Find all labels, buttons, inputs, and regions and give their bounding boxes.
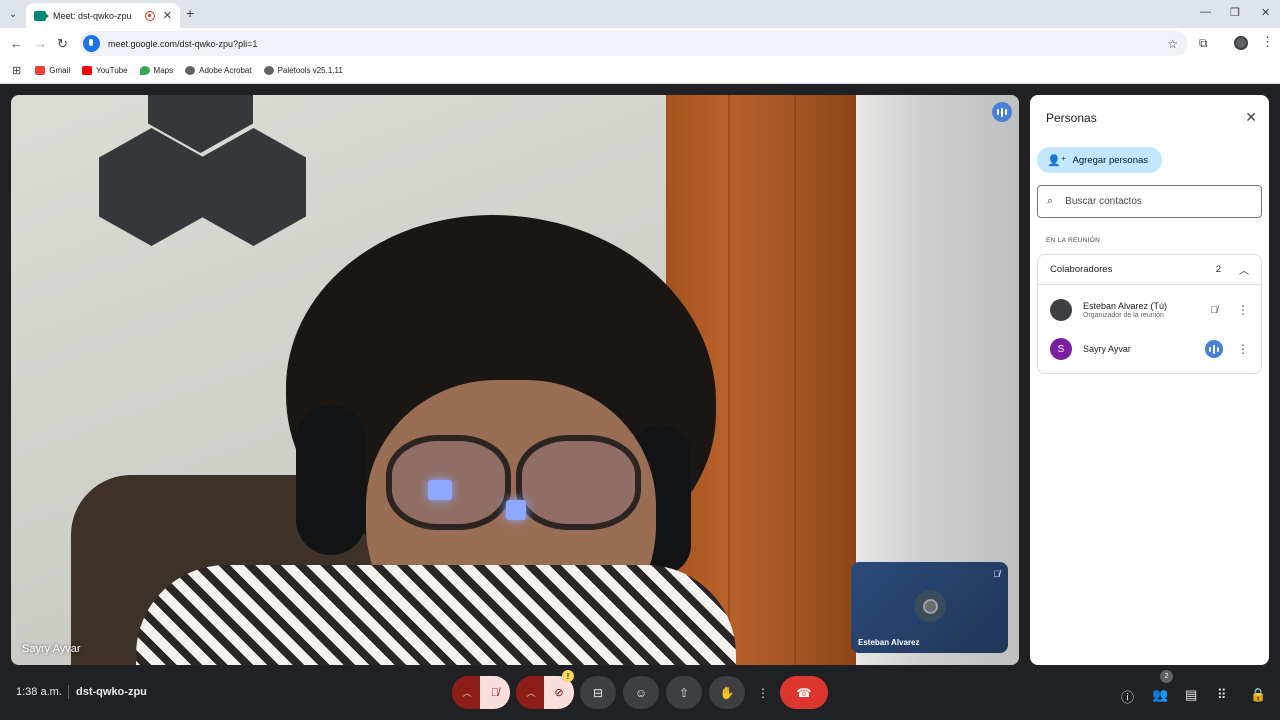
call-end-icon: ☎	[796, 685, 812, 700]
globe-icon	[263, 66, 274, 75]
new-tab-button[interactable]: +	[186, 5, 194, 21]
present-screen-icon: ⇧	[678, 685, 690, 700]
profile-avatar[interactable]	[1234, 36, 1248, 50]
present-button[interactable]: ⇧	[666, 676, 702, 709]
people-icon[interactable]: 👥	[1152, 687, 1168, 703]
self-avatar	[914, 590, 946, 622]
call-controls-bar: 1:38 a.m. dst-qwko-zpu ︿ 🎙̸ ︿ ⊘ ! ⊟ ☺ ⇧ …	[0, 667, 1280, 720]
speaking-indicator-icon	[1205, 340, 1223, 358]
restore-icon[interactable]: ❐	[1230, 6, 1240, 19]
avatar: S	[1050, 338, 1072, 360]
main-speaker-name: Sayry Ayvar	[22, 643, 81, 655]
participant-name: Esteban Alvarez (Tú)	[1083, 301, 1168, 311]
mic-off-icon: 🎙̸	[1210, 304, 1218, 316]
section-label: EN LA REUNIÓN	[1046, 237, 1101, 244]
browser-tab-bar: ⌄ Meet: dst-qwko-zpu ✕ + — ❐ ✕	[0, 0, 1280, 28]
self-tile-name: Esteban Alvarez	[858, 638, 920, 647]
person-add-icon: 👤⁺	[1047, 154, 1067, 167]
omnibox[interactable]: meet.google.com/dst-qwko-zpu?pli=1 ☆	[80, 31, 1188, 56]
maps-icon	[139, 66, 150, 75]
clock-text: 1:38 a.m.	[16, 686, 62, 698]
camera-off-icon: ⊘	[554, 687, 564, 699]
search-input[interactable]	[1065, 196, 1236, 207]
bookmark-adobe-acrobat[interactable]: Adobe Acrobat	[185, 66, 252, 75]
close-window-icon[interactable]: ✕	[1261, 6, 1270, 19]
close-tab-icon[interactable]: ✕	[163, 9, 172, 22]
url-text[interactable]: meet.google.com/dst-qwko-zpu?pli=1	[108, 39, 1167, 49]
browser-tab[interactable]: Meet: dst-qwko-zpu ✕	[26, 3, 180, 28]
browser-menu-icon[interactable]: ⋮	[1261, 34, 1274, 50]
back-icon[interactable]: ←	[10, 36, 23, 51]
mic-permission-icon[interactable]	[83, 35, 100, 52]
audio-options-button[interactable]: ︿	[452, 676, 482, 709]
meeting-details-icon[interactable]: ⓘ	[1121, 687, 1134, 706]
warning-badge: !	[562, 670, 574, 682]
bookmark-youtube[interactable]: YouTube	[82, 66, 128, 75]
youtube-icon	[82, 66, 93, 75]
more-options-button[interactable]: ⋮	[752, 676, 774, 709]
participant-role: Organizador de la reunión	[1083, 312, 1164, 319]
apps-grid-icon[interactable]: ⊞	[12, 64, 21, 77]
more-options-icon[interactable]: ⋮	[1237, 303, 1249, 317]
close-panel-icon[interactable]: ✕	[1245, 109, 1257, 126]
reload-icon[interactable]: ↻	[57, 36, 68, 52]
extensions-icon[interactable]: ⧉	[1199, 36, 1208, 51]
reactions-button[interactable]: ☺	[623, 676, 659, 709]
participant-name: Sayry Ayvar	[1083, 344, 1131, 354]
participant-row[interactable]: Esteban Alvarez (Tú) Organizador de la r…	[1038, 292, 1261, 328]
participant-row[interactable]: S Sayry Ayvar ⋮	[1038, 331, 1261, 367]
bookmark-paletools[interactable]: Paletools v25.1.11	[263, 66, 343, 75]
recording-icon	[144, 10, 155, 21]
chevron-up-icon[interactable]: ︿	[1239, 262, 1249, 277]
hand-icon: ✋	[719, 685, 735, 700]
emoji-icon: ☺	[634, 685, 648, 700]
bookmarks-bar: ⊞ Gmail YouTube Maps Adobe Acrobat Palet…	[0, 58, 1280, 84]
leave-call-button[interactable]: ☎	[780, 676, 828, 709]
gmail-icon	[35, 66, 46, 75]
add-people-button[interactable]: 👤⁺ Agregar personas	[1037, 147, 1162, 173]
meet-favicon-icon	[34, 10, 49, 21]
chat-icon[interactable]: ▤	[1185, 687, 1197, 703]
group-count: 2	[1215, 264, 1221, 275]
globe-icon	[185, 66, 196, 75]
speaking-indicator-icon	[992, 102, 1012, 122]
more-vert-icon: ⋮	[757, 685, 769, 700]
collaborators-group: Colaboradores 2 ︿ Esteban Alvarez (Tú) O…	[1037, 254, 1262, 374]
meet-stage: Sayry Ayvar 🎙̸ Esteban Alvarez Personas …	[0, 84, 1280, 720]
bookmark-maps[interactable]: Maps	[139, 66, 173, 75]
camera-toggle-button[interactable]: ⊘ !	[544, 670, 574, 709]
activities-icon[interactable]: ⠿	[1217, 687, 1227, 703]
video-options-button[interactable]: ︿	[516, 676, 546, 709]
tab-search-button[interactable]: ⌄	[4, 6, 22, 22]
more-options-icon[interactable]: ⋮	[1237, 342, 1249, 356]
main-video-tile[interactable]: Sayry Ayvar 🎙̸ Esteban Alvarez	[11, 95, 1019, 665]
meeting-code: dst-qwko-zpu	[76, 686, 147, 698]
people-panel: Personas ✕ 👤⁺ Agregar personas ⌕ EN LA R…	[1030, 95, 1269, 665]
mic-off-icon: 🎙̸	[993, 569, 1000, 579]
self-video-tile[interactable]: 🎙̸ Esteban Alvarez	[851, 562, 1008, 653]
people-count-badge: 2	[1160, 670, 1173, 683]
minimize-icon[interactable]: —	[1200, 6, 1211, 18]
collaborators-header[interactable]: Colaboradores 2 ︿	[1038, 255, 1261, 285]
mic-toggle-button[interactable]: 🎙̸	[480, 676, 510, 709]
forward-icon[interactable]: →	[34, 36, 47, 51]
raise-hand-button[interactable]: ✋	[709, 676, 745, 709]
captions-button[interactable]: ⊟	[580, 676, 616, 709]
bookmark-star-icon[interactable]: ☆	[1167, 37, 1178, 51]
captions-icon: ⊟	[592, 685, 604, 700]
avatar	[1050, 299, 1072, 321]
search-icon: ⌕	[1047, 195, 1054, 207]
panel-title: Personas	[1046, 111, 1097, 125]
address-bar-row: ← → ↻ meet.google.com/dst-qwko-zpu?pli=1…	[0, 28, 1280, 58]
tab-title: Meet: dst-qwko-zpu	[53, 10, 132, 21]
host-controls-icon[interactable]: 🔒	[1250, 687, 1266, 703]
bookmark-gmail[interactable]: Gmail	[35, 66, 70, 75]
search-contacts-field[interactable]: ⌕	[1037, 185, 1262, 218]
